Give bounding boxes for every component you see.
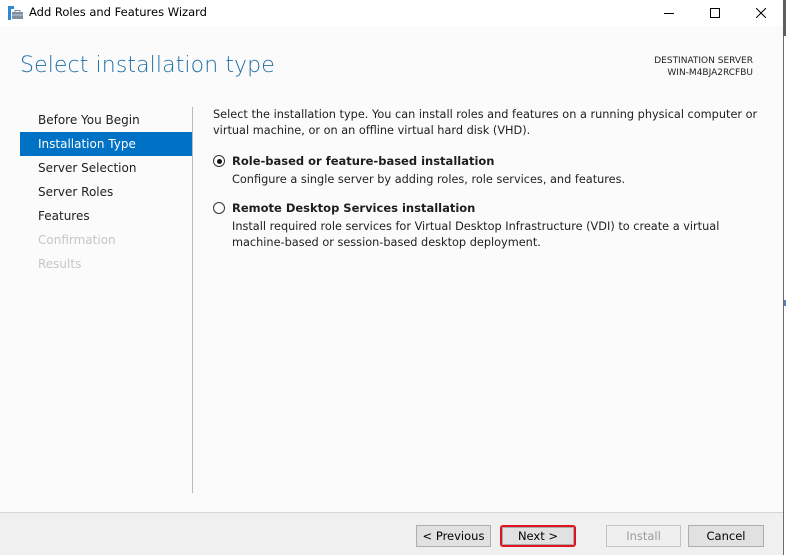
nav-item-before-you-begin[interactable]: Before You Begin (20, 108, 192, 132)
minimize-icon (664, 13, 674, 14)
radio-remote-desktop[interactable] (213, 202, 225, 214)
install-button: Install (606, 525, 681, 547)
maximize-button[interactable] (692, 0, 738, 26)
minimize-button[interactable] (646, 0, 692, 26)
option-remote-desktop-description: Install required role services for Virtu… (232, 220, 720, 249)
wizard-window: Add Roles and Features Wizard Select ins… (0, 0, 783, 555)
nav-item-server-roles[interactable]: Server Roles (20, 180, 192, 204)
cancel-button[interactable]: Cancel (688, 525, 764, 547)
nav-item-installation-type[interactable]: Installation Type (20, 132, 192, 156)
destination-server-label: DESTINATION SERVER (654, 56, 753, 66)
close-button[interactable] (738, 0, 784, 26)
nav-item-results: Results (38, 257, 82, 271)
intro-text: Select the installation type. You can in… (213, 108, 758, 137)
nav-item-features[interactable]: Features (20, 204, 192, 228)
wizard-steps-nav: Before You Begin Installation Type Serve… (20, 108, 192, 276)
close-icon (756, 8, 766, 18)
maximize-icon (710, 8, 720, 18)
option-role-based-description: Configure a single server by adding role… (232, 173, 626, 186)
radio-role-based[interactable] (213, 155, 225, 167)
previous-button[interactable]: < Previous (416, 525, 491, 547)
destination-server-name: WIN-M4BJA2RCFBU (667, 68, 753, 78)
window-title: Add Roles and Features Wizard (29, 5, 207, 19)
page-title: Select installation type (20, 53, 275, 78)
sidebar-divider (192, 107, 193, 493)
option-remote-desktop[interactable]: Remote Desktop Services installation Ins… (213, 200, 773, 251)
next-button[interactable]: Next > (500, 525, 576, 547)
nav-item-server-selection[interactable]: Server Selection (20, 156, 192, 180)
nav-item-confirmation: Confirmation (38, 233, 116, 247)
option-remote-desktop-title[interactable]: Remote Desktop Services installation (232, 200, 773, 216)
title-bar: Add Roles and Features Wizard (0, 0, 783, 26)
content-panel: Select the installation type. You can in… (213, 107, 773, 263)
option-role-based-title[interactable]: Role-based or feature-based installation (232, 153, 773, 169)
wizard-footer: < Previous Next > Install Cancel (0, 512, 783, 555)
server-manager-wizard-icon (8, 5, 24, 20)
option-role-based[interactable]: Role-based or feature-based installation… (213, 153, 773, 188)
destination-server-info: DESTINATION SERVER WIN-M4BJA2RCFBU (654, 55, 753, 79)
